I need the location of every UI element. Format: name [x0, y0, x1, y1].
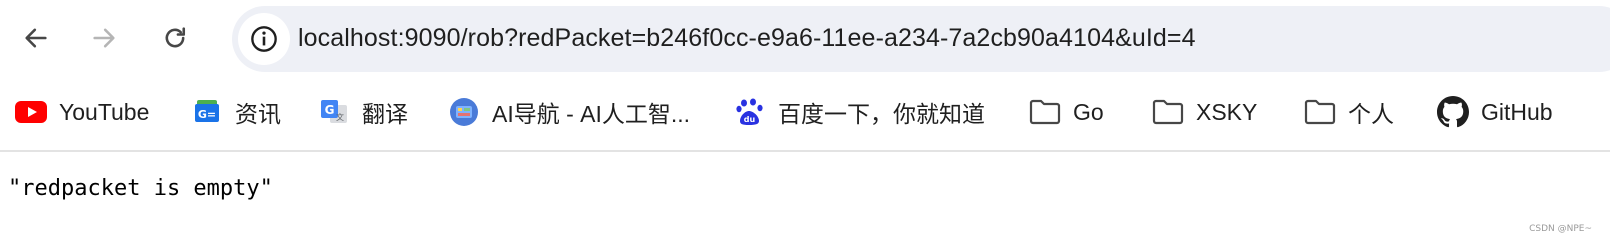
site-info-button[interactable] — [238, 13, 290, 65]
address-bar[interactable]: localhost:9090/rob?redPacket=b246f0cc-e9… — [232, 6, 1610, 72]
youtube-icon — [15, 96, 47, 128]
svg-text:G=: G= — [198, 108, 216, 121]
info-icon — [251, 26, 277, 52]
bookmark-baidu[interactable]: du 百度一下，你就知道 — [734, 94, 985, 130]
page-body-text: "redpacket is empty" — [8, 176, 273, 201]
bookmark-label: 百度一下，你就知道 — [778, 101, 985, 127]
github-icon — [1437, 96, 1469, 128]
reload-icon — [165, 27, 186, 48]
svg-text:G: G — [325, 103, 335, 117]
back-button[interactable] — [14, 16, 58, 60]
folder-icon — [1029, 96, 1061, 128]
url-text[interactable]: localhost:9090/rob?redPacket=b246f0cc-e9… — [298, 24, 1196, 53]
bookmark-label: 资讯 — [235, 101, 281, 127]
bookmark-news[interactable]: G= 资讯 — [191, 94, 281, 130]
watermark: CSDN @NPE~ — [1529, 224, 1592, 234]
bookmark-label: GitHub — [1481, 98, 1553, 125]
google-translate-icon: G 文 — [318, 96, 350, 128]
bookmark-folder-xsky[interactable]: XSKY — [1152, 94, 1257, 130]
folder-icon — [1152, 96, 1184, 128]
bookmark-label: 个人 — [1348, 101, 1394, 127]
bookmark-label: XSKY — [1196, 98, 1258, 125]
bookmark-label: AI导航 - AI人工智... — [492, 101, 691, 127]
back-arrow-icon — [25, 28, 47, 48]
bookmark-label: YouTube — [59, 98, 150, 125]
folder-icon — [1304, 96, 1336, 128]
bookmark-ai-nav[interactable]: AI导航 - AI人工智... — [448, 94, 690, 130]
ai-nav-icon — [448, 96, 480, 128]
svg-text:文: 文 — [336, 112, 344, 122]
bookmark-folder-personal[interactable]: 个人 — [1304, 94, 1394, 130]
bookmark-label: Go — [1073, 98, 1104, 125]
baidu-icon: du — [734, 96, 766, 128]
bookmark-github[interactable]: GitHub — [1437, 94, 1553, 130]
forward-arrow-icon — [93, 28, 115, 48]
bookmark-youtube[interactable]: YouTube — [15, 94, 149, 130]
bookmarks-bar: YouTube G= 资讯 G 文 翻译 AI导航 - AI人工智... du … — [0, 80, 1610, 150]
browser-toolbar: localhost:9090/rob?redPacket=b246f0cc-e9… — [0, 0, 1610, 80]
bookmark-folder-go[interactable]: Go — [1029, 94, 1104, 130]
google-news-icon: G= — [191, 96, 223, 128]
toolbar-divider — [0, 150, 1610, 152]
forward-button[interactable] — [82, 16, 126, 60]
bookmark-translate[interactable]: G 文 翻译 — [318, 94, 408, 130]
svg-text:du: du — [744, 115, 756, 124]
bookmark-label: 翻译 — [362, 101, 408, 127]
reload-button[interactable] — [153, 16, 197, 60]
